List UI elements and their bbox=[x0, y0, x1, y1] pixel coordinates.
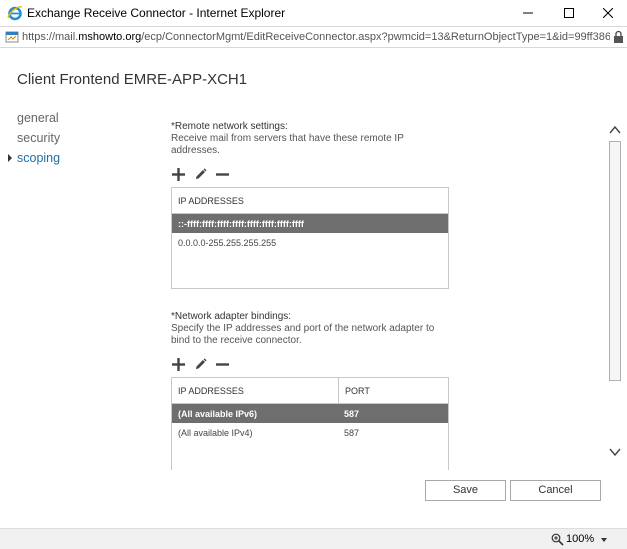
bindings-add-button[interactable] bbox=[171, 357, 185, 371]
ip-address-cell: ::-ffff:ffff:ffff:ffff:ffff:ffff:ffff:ff… bbox=[178, 218, 304, 229]
page-icon bbox=[5, 31, 19, 43]
network-bindings-table[interactable]: IP ADDRESSES PORT (All available IPv6) 5… bbox=[171, 377, 449, 470]
bindings-toolbar bbox=[171, 353, 601, 375]
table-row[interactable]: (All available IPv4) 587 bbox=[172, 423, 448, 442]
table-row[interactable]: 0.0.0.0-255.255.255.255 bbox=[172, 233, 448, 252]
ip-address-cell: 0.0.0.0-255.255.255.255 bbox=[178, 237, 277, 248]
minimize-button[interactable] bbox=[508, 0, 548, 26]
remote-edit-button[interactable] bbox=[193, 167, 207, 181]
column-header-ip-addresses[interactable]: IP ADDRESSES bbox=[172, 188, 244, 213]
url-host: mshowto.org bbox=[78, 31, 142, 43]
network-adapter-bindings-label: *Network adapter bindings: bbox=[171, 311, 292, 322]
close-button[interactable] bbox=[588, 0, 627, 26]
scrollbar-thumb[interactable] bbox=[609, 141, 621, 381]
close-icon bbox=[603, 8, 613, 18]
table-header: IP ADDRESSES PORT bbox=[172, 378, 448, 404]
remote-add-button[interactable] bbox=[171, 167, 185, 181]
nav-item-security[interactable]: security bbox=[17, 128, 60, 148]
ip-address-cell: (All available IPv4) bbox=[178, 427, 253, 438]
zoom-icon[interactable] bbox=[551, 533, 564, 546]
bindings-remove-button[interactable] bbox=[215, 357, 229, 371]
left-nav: general security scoping bbox=[8, 108, 61, 168]
nav-item-scoping[interactable]: scoping bbox=[8, 148, 61, 168]
remote-network-label: *Remote network settings: bbox=[171, 121, 288, 132]
network-adapter-bindings-description: Specify the IP addresses and port of the… bbox=[171, 323, 435, 346]
ip-address-cell: (All available IPv6) bbox=[178, 408, 258, 419]
zoom-level[interactable]: 100% bbox=[566, 533, 594, 545]
minimize-icon bbox=[523, 12, 533, 14]
table-row[interactable]: (All available IPv6) 587 bbox=[172, 404, 448, 423]
window-title: Exchange Receive Connector - Internet Ex… bbox=[27, 6, 286, 20]
url-path: /ecp/ConnectorMgmt/EditReceiveConnector.… bbox=[141, 31, 610, 43]
chevron-down-icon[interactable] bbox=[601, 538, 607, 542]
internet-explorer-icon bbox=[7, 6, 23, 21]
minus-icon bbox=[215, 172, 229, 176]
bindings-edit-button[interactable] bbox=[193, 357, 207, 371]
plus-icon bbox=[171, 357, 185, 371]
column-header-ip-addresses[interactable]: IP ADDRESSES bbox=[172, 378, 338, 403]
port-cell: 587 bbox=[344, 427, 360, 438]
chevron-up-icon[interactable] bbox=[609, 125, 621, 135]
chevron-down-icon[interactable] bbox=[609, 447, 621, 457]
nav-item-general[interactable]: general bbox=[17, 108, 60, 128]
caret-right-icon bbox=[8, 154, 12, 162]
remote-ip-table[interactable]: IP ADDRESSES ::-ffff:ffff:ffff:ffff:ffff… bbox=[171, 187, 449, 289]
scoping-content[interactable]: *Remote network settings: Receive mail f… bbox=[171, 120, 601, 470]
save-button[interactable]: Save bbox=[425, 480, 506, 501]
remote-remove-button[interactable] bbox=[215, 167, 229, 181]
address-url[interactable]: https://mail.mshowto.org/ecp/ConnectorMg… bbox=[22, 31, 610, 43]
minus-icon bbox=[215, 362, 229, 366]
vertical-scrollbar[interactable] bbox=[606, 120, 624, 465]
pencil-icon bbox=[195, 167, 207, 179]
nav-item-label: scoping bbox=[17, 151, 61, 165]
remote-network-description: Receive mail from servers that have thes… bbox=[171, 133, 404, 156]
plus-icon bbox=[171, 167, 185, 181]
nav-item-label: security bbox=[17, 131, 61, 145]
address-bar[interactable]: https://mail.mshowto.org/ecp/ConnectorMg… bbox=[0, 26, 627, 48]
pencil-icon bbox=[195, 357, 207, 369]
column-header-port[interactable]: PORT bbox=[338, 378, 448, 403]
nav-item-label: general bbox=[17, 111, 59, 125]
port-cell: 587 bbox=[344, 408, 360, 419]
cancel-button[interactable]: Cancel bbox=[510, 480, 601, 501]
lock-icon[interactable] bbox=[613, 30, 624, 44]
url-prefix: https://mail. bbox=[22, 31, 79, 43]
status-bar: 100% bbox=[0, 528, 627, 549]
remote-toolbar bbox=[171, 163, 601, 185]
table-header: IP ADDRESSES bbox=[172, 188, 448, 214]
table-row[interactable]: ::-ffff:ffff:ffff:ffff:ffff:ffff:ffff:ff… bbox=[172, 214, 448, 233]
maximize-button[interactable] bbox=[549, 0, 589, 26]
maximize-icon bbox=[564, 8, 574, 18]
page-title: Client Frontend EMRE-APP-XCH1 bbox=[17, 71, 248, 88]
title-bar: Exchange Receive Connector - Internet Ex… bbox=[0, 0, 627, 26]
